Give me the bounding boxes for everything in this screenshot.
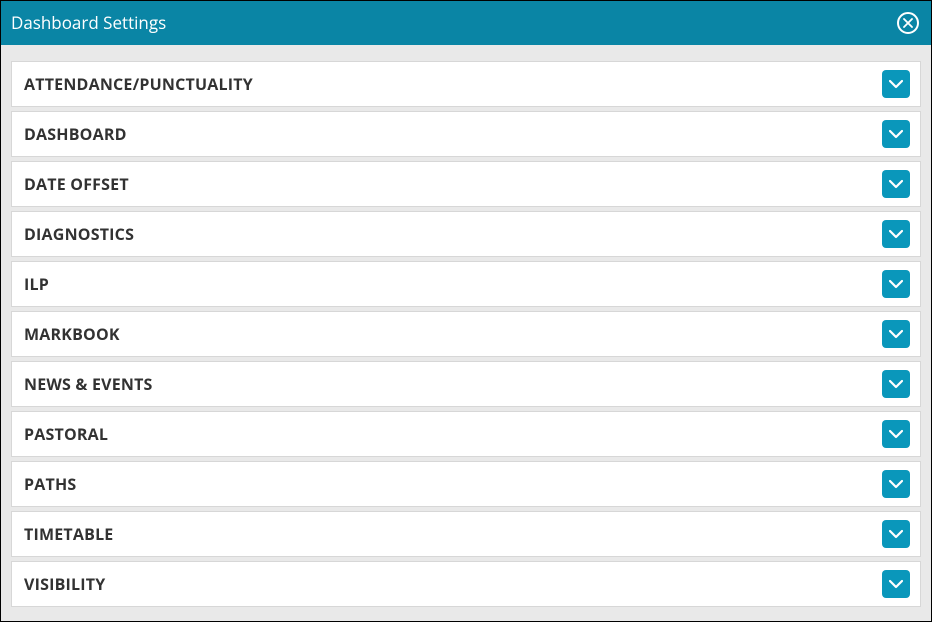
expand-button[interactable] (882, 470, 910, 498)
panel-title: PASTORAL (24, 423, 108, 445)
chevron-down-icon (889, 479, 903, 489)
panel-title: TIMETABLE (24, 523, 113, 545)
expand-button[interactable] (882, 320, 910, 348)
expand-button[interactable] (882, 120, 910, 148)
expand-button[interactable] (882, 520, 910, 548)
panel-dashboard[interactable]: DASHBOARD (11, 111, 921, 157)
panel-markbook[interactable]: MARKBOOK (11, 311, 921, 357)
panel-pastoral[interactable]: PASTORAL (11, 411, 921, 457)
settings-content: ATTENDANCE/PUNCTUALITY DASHBOARD DATE OF… (1, 45, 931, 621)
panel-ilp[interactable]: ILP (11, 261, 921, 307)
panel-title: VISIBILITY (24, 573, 105, 595)
expand-button[interactable] (882, 570, 910, 598)
chevron-down-icon (889, 529, 903, 539)
panel-date-offset[interactable]: DATE OFFSET (11, 161, 921, 207)
panel-attendance-punctuality[interactable]: ATTENDANCE/PUNCTUALITY (11, 61, 921, 107)
panel-title: DASHBOARD (24, 123, 127, 145)
dialog-title: Dashboard Settings (11, 11, 166, 34)
panel-title: MARKBOOK (24, 323, 120, 345)
expand-button[interactable] (882, 70, 910, 98)
close-button[interactable] (897, 12, 919, 34)
chevron-down-icon (889, 179, 903, 189)
panel-title: PATHS (24, 473, 76, 495)
panel-title: DATE OFFSET (24, 173, 129, 195)
dialog-header: Dashboard Settings (1, 1, 931, 45)
chevron-down-icon (889, 279, 903, 289)
expand-button[interactable] (882, 170, 910, 198)
chevron-down-icon (889, 329, 903, 339)
close-icon (903, 18, 913, 28)
chevron-down-icon (889, 579, 903, 589)
panel-timetable[interactable]: TIMETABLE (11, 511, 921, 557)
chevron-down-icon (889, 379, 903, 389)
expand-button[interactable] (882, 370, 910, 398)
panel-paths[interactable]: PATHS (11, 461, 921, 507)
panel-title: ATTENDANCE/PUNCTUALITY (24, 73, 253, 95)
panel-visibility[interactable]: VISIBILITY (11, 561, 921, 607)
chevron-down-icon (889, 429, 903, 439)
expand-button[interactable] (882, 220, 910, 248)
panel-title: ILP (24, 273, 49, 295)
panel-diagnostics[interactable]: DIAGNOSTICS (11, 211, 921, 257)
panel-title: DIAGNOSTICS (24, 223, 134, 245)
chevron-down-icon (889, 79, 903, 89)
panel-news-events[interactable]: NEWS & EVENTS (11, 361, 921, 407)
panel-title: NEWS & EVENTS (24, 373, 153, 395)
chevron-down-icon (889, 129, 903, 139)
expand-button[interactable] (882, 420, 910, 448)
chevron-down-icon (889, 229, 903, 239)
expand-button[interactable] (882, 270, 910, 298)
